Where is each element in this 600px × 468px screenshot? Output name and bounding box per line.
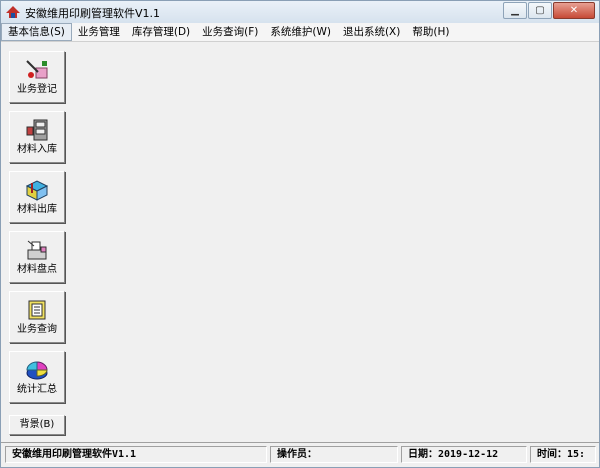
material-in-label: 材料入库 <box>17 144 57 155</box>
menu-bar: 基本信息(S) 业务管理 库存管理(D) 业务查询(F) 系统维护(W) 退出系… <box>1 23 599 42</box>
query-icon <box>28 300 46 320</box>
title-bar[interactable]: 安徽维用印刷管理软件V1.1 ▁ ▢ ✕ <box>1 1 599 24</box>
app-icon <box>6 6 20 18</box>
minimize-icon: ▁ <box>511 5 519 16</box>
menu-business[interactable]: 业务管理 <box>72 24 126 40</box>
status-date: 日期：2019-12-12 <box>401 446 527 463</box>
date-label: 日期： <box>408 449 438 460</box>
menu-maintenance[interactable]: 系统维护(W) <box>264 24 337 40</box>
menu-query[interactable]: 业务查询(F) <box>196 24 264 40</box>
menu-exit[interactable]: 退出系统(X) <box>337 24 406 40</box>
material-in-button[interactable]: 材料入库 <box>9 111 65 163</box>
business-register-button[interactable]: 业务登记 <box>9 51 65 103</box>
inventory-icon <box>27 240 47 260</box>
business-query-label: 业务查询 <box>17 324 57 335</box>
main-window: 安徽维用印刷管理软件V1.1 ▁ ▢ ✕ 基本信息(S) 业务管理 库存管理(D… <box>0 0 600 468</box>
menu-help[interactable]: 帮助(H) <box>406 24 455 40</box>
date-value: 2019-12-12 <box>438 449 499 460</box>
maximize-icon: ▢ <box>535 5 545 16</box>
material-inventory-button[interactable]: 材料盘点 <box>9 231 65 283</box>
background-button[interactable]: 背景(B) <box>9 415 65 435</box>
status-app-name: 安徽维用印刷管理软件V1.1 <box>5 446 267 463</box>
status-operator: 操作员： <box>270 446 398 463</box>
minimize-button[interactable]: ▁ <box>503 2 527 19</box>
time-label: 时间： <box>537 449 567 460</box>
business-register-label: 业务登记 <box>17 84 57 95</box>
business-query-button[interactable]: 业务查询 <box>9 291 65 343</box>
material-out-label: 材料出库 <box>17 204 57 215</box>
material-out-icon <box>25 180 49 201</box>
menu-basic-info[interactable]: 基本信息(S) <box>1 23 72 41</box>
material-out-button[interactable]: 材料出库 <box>9 171 65 223</box>
material-in-icon <box>26 119 48 141</box>
status-time: 时间：15: <box>530 446 596 463</box>
window-title: 安徽维用印刷管理软件V1.1 <box>25 7 161 20</box>
close-icon: ✕ <box>569 5 579 16</box>
maximize-button[interactable]: ▢ <box>528 2 552 19</box>
pie-chart-icon <box>26 361 48 380</box>
statistics-summary-label: 统计汇总 <box>17 384 57 395</box>
statistics-summary-button[interactable]: 统计汇总 <box>9 351 65 403</box>
menu-inventory[interactable]: 库存管理(D) <box>126 24 196 40</box>
status-bar: 安徽维用印刷管理软件V1.1 操作员： 日期：2019-12-12 时间：15: <box>1 442 599 467</box>
operator-label: 操作员： <box>277 449 317 460</box>
time-value: 15: <box>567 449 586 460</box>
register-icon <box>26 60 48 79</box>
material-inventory-label: 材料盘点 <box>17 264 57 275</box>
close-button[interactable]: ✕ <box>553 2 595 19</box>
